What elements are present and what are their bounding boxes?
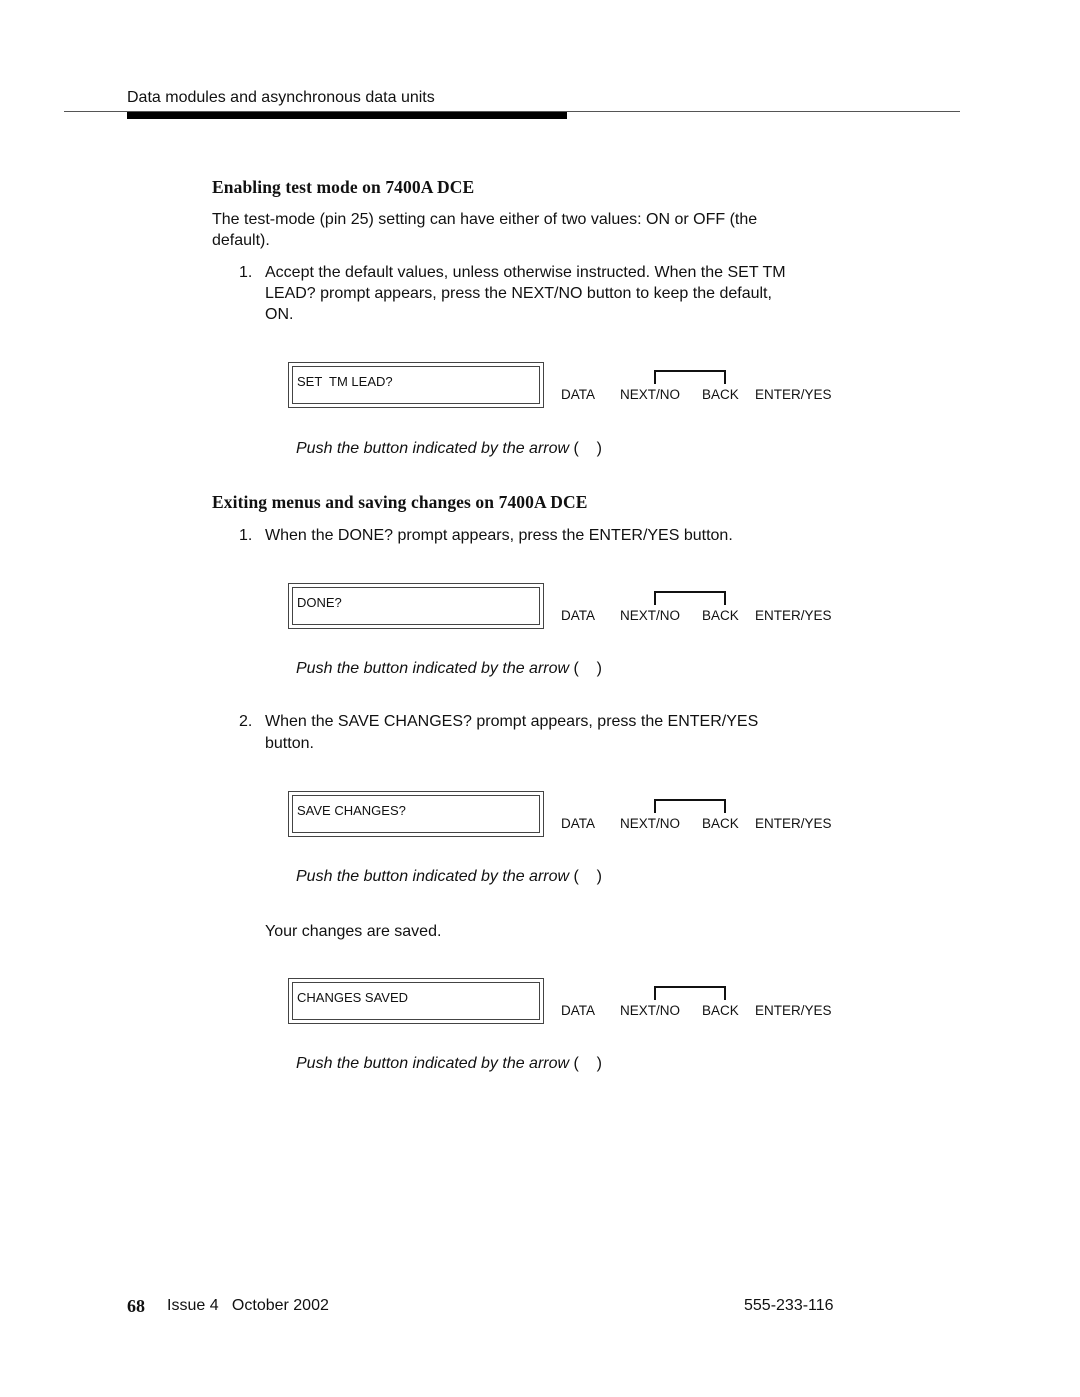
arrow-bracket-icon <box>654 591 726 605</box>
panel-caption: Push the button indicated by the arrow (… <box>296 660 602 678</box>
next-no-button-label[interactable]: NEXT/NO <box>620 387 680 402</box>
intro-paragraph-line-1: The test-mode (pin 25) setting can have … <box>212 211 758 228</box>
caption-text: Push the button indicated by the arrow <box>296 660 570 677</box>
back-button-label[interactable]: BACK <box>702 387 739 402</box>
back-button-label[interactable]: BACK <box>702 608 739 623</box>
enter-yes-button-label[interactable]: ENTER/YES <box>755 1003 832 1018</box>
arrow-bracket-icon <box>654 986 726 1000</box>
panel-caption: Push the button indicated by the arrow (… <box>296 1055 602 1073</box>
step-text-line: When the SAVE CHANGES? prompt appears, p… <box>265 713 759 730</box>
arrow-bracket-icon <box>654 370 726 384</box>
arrow-placeholder: ( ) <box>573 1055 602 1072</box>
panel-caption: Push the button indicated by the arrow (… <box>296 440 602 458</box>
section-heading-test-mode: Enabling test mode on 7400A DCE <box>212 177 475 197</box>
arrow-placeholder: ( ) <box>573 440 602 457</box>
caption-text: Push the button indicated by the arrow <box>296 868 570 885</box>
running-header: Data modules and asynchronous data units <box>127 89 435 106</box>
document-number: 555-233-116 <box>744 1297 834 1314</box>
next-no-button-label[interactable]: NEXT/NO <box>620 608 680 623</box>
step-number: 2. <box>239 713 253 730</box>
lcd-display: SAVE CHANGES? <box>288 791 544 837</box>
back-button-label[interactable]: BACK <box>702 1003 739 1018</box>
section-heading-exiting-menus: Exiting menus and saving changes on 7400… <box>212 492 588 512</box>
enter-yes-button-label[interactable]: ENTER/YES <box>755 608 832 623</box>
data-button-label[interactable]: DATA <box>561 816 595 831</box>
data-button-label[interactable]: DATA <box>561 608 595 623</box>
lcd-display: CHANGES SAVED <box>288 978 544 1024</box>
arrow-bracket-icon <box>654 799 726 813</box>
lcd-display-text: SET TM LEAD? <box>297 374 393 389</box>
step-text-line: ON. <box>265 306 294 323</box>
lcd-display-text: SAVE CHANGES? <box>297 803 406 818</box>
enter-yes-button-label[interactable]: ENTER/YES <box>755 816 832 831</box>
intro-paragraph-line-2: default). <box>212 232 270 249</box>
step-number: 1. <box>239 527 253 544</box>
next-no-button-label[interactable]: NEXT/NO <box>620 816 680 831</box>
data-button-label[interactable]: DATA <box>561 1003 595 1018</box>
enter-yes-button-label[interactable]: ENTER/YES <box>755 387 832 402</box>
step-text-line: button. <box>265 735 314 752</box>
lcd-display: SET TM LEAD? <box>288 362 544 408</box>
arrow-placeholder: ( ) <box>573 660 602 677</box>
step-text-line: LEAD? prompt appears, press the NEXT/NO … <box>265 285 772 302</box>
page-number: 68 <box>127 1296 145 1316</box>
data-button-label[interactable]: DATA <box>561 387 595 402</box>
arrow-placeholder: ( ) <box>573 868 602 885</box>
issue-date: Issue 4 October 2002 <box>167 1297 329 1314</box>
next-no-button-label[interactable]: NEXT/NO <box>620 1003 680 1018</box>
back-button-label[interactable]: BACK <box>702 816 739 831</box>
step-text-line: When the DONE? prompt appears, press the… <box>265 527 733 544</box>
lcd-display-text: CHANGES SAVED <box>297 990 409 1005</box>
saved-note: Your changes are saved. <box>265 923 442 940</box>
lcd-display: DONE? <box>288 583 544 629</box>
step-number: 1. <box>239 264 253 281</box>
step-text-line: Accept the default values, unless otherw… <box>265 264 786 281</box>
caption-text: Push the button indicated by the arrow <box>296 440 570 457</box>
panel-caption: Push the button indicated by the arrow (… <box>296 868 602 886</box>
header-bar <box>127 112 567 119</box>
lcd-display-text: DONE? <box>297 595 342 610</box>
caption-text: Push the button indicated by the arrow <box>296 1055 570 1072</box>
